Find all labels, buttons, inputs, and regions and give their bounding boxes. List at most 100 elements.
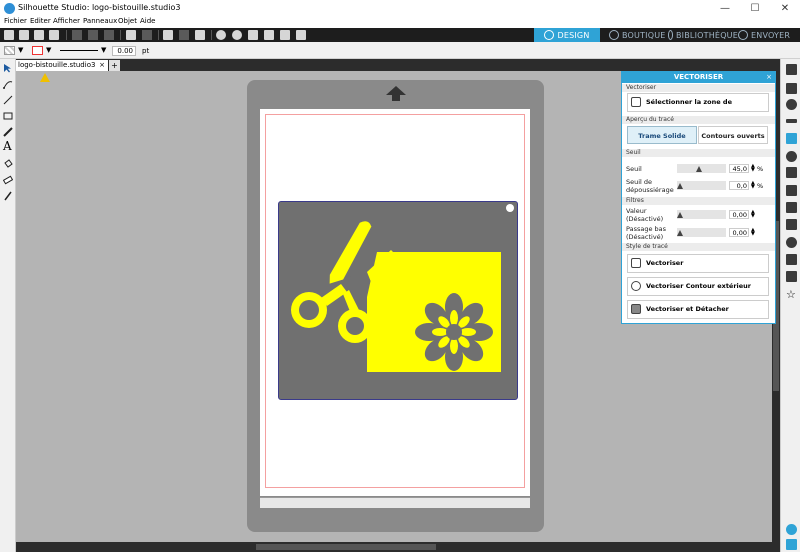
- passe-haut-value[interactable]: 0,00: [729, 210, 749, 219]
- open-folder-icon[interactable]: [19, 30, 29, 40]
- horizontal-scroll-thumb[interactable]: [256, 544, 436, 550]
- line-color-dropdown-icon[interactable]: ▼: [46, 46, 51, 54]
- menu-aide[interactable]: Aide: [140, 17, 155, 25]
- deparasitage-spin-down[interactable]: ▼: [751, 185, 755, 190]
- copy-icon[interactable]: [88, 30, 98, 40]
- tab-design[interactable]: DESIGN: [534, 28, 600, 42]
- toggle-trame-solide[interactable]: Trame Solide: [627, 126, 697, 144]
- deselect-icon[interactable]: [179, 30, 189, 40]
- deparasitage-spinner[interactable]: ▲ ▼: [751, 181, 755, 190]
- passe-bas-slider-knob[interactable]: [677, 230, 683, 236]
- vectoriser-button[interactable]: Vectoriser: [627, 254, 769, 273]
- pencil-tool-icon[interactable]: [3, 127, 13, 137]
- print-icon[interactable]: [49, 30, 59, 40]
- seuil-spin-down[interactable]: ▼: [751, 168, 755, 173]
- add-tab-button[interactable]: +: [109, 60, 120, 71]
- fill-dropdown-icon[interactable]: ▼: [18, 46, 23, 54]
- passe-bas-spin-down[interactable]: ▼: [751, 232, 755, 237]
- weld-panel-icon[interactable]: [786, 271, 797, 282]
- trace-panel-icon[interactable]: [786, 133, 797, 144]
- zoom-out-icon[interactable]: [232, 30, 242, 40]
- seuil-slider[interactable]: [677, 164, 726, 173]
- page-setup-icon[interactable]: [786, 64, 797, 75]
- media-library-icon[interactable]: [786, 83, 797, 94]
- line-style-panel-icon[interactable]: [786, 119, 797, 123]
- deparasitage-slider[interactable]: [677, 181, 726, 190]
- document-tabs: logo-bistouille.studio3 × +: [16, 59, 780, 71]
- replicate-panel-icon[interactable]: [786, 219, 797, 230]
- line-style-dropdown-icon[interactable]: ▼: [101, 46, 106, 54]
- rectangle-tool-icon[interactable]: [3, 111, 13, 121]
- imported-image[interactable]: [278, 201, 518, 400]
- line-style-preview[interactable]: [60, 50, 98, 51]
- select-all-icon[interactable]: [163, 30, 173, 40]
- tab-bibliotheque[interactable]: BIBLIOTHÈQUE: [668, 28, 738, 42]
- minimize-button[interactable]: —: [710, 0, 740, 17]
- cloud-sync-icon[interactable]: [786, 539, 797, 550]
- modify-panel-icon[interactable]: [786, 237, 797, 248]
- deparasitage-value[interactable]: 0,0: [729, 181, 749, 190]
- seuil-slider-knob[interactable]: [696, 166, 703, 172]
- menu-editer[interactable]: Editer: [30, 17, 51, 25]
- fit-page-icon[interactable]: [296, 30, 306, 40]
- seuil-spinner[interactable]: ▲ ▼: [751, 164, 755, 173]
- eraser-icon[interactable]: [3, 175, 13, 185]
- passe-haut-slider[interactable]: [677, 210, 726, 219]
- menu-fichier[interactable]: Fichier: [4, 17, 27, 25]
- document-tab-close[interactable]: ×: [99, 60, 105, 71]
- lock-icon[interactable]: [506, 204, 514, 212]
- paint-bucket-icon[interactable]: [3, 159, 13, 169]
- tab-envoyer-label: ENVOYER: [751, 30, 791, 40]
- new-document-icon[interactable]: [4, 30, 14, 40]
- select-trace-area-button[interactable]: Sélectionner la zone de vectorisation: [627, 93, 769, 123]
- text-style-icon[interactable]: [786, 167, 797, 178]
- cut-icon[interactable]: [72, 30, 82, 40]
- knife-tool-icon[interactable]: [3, 191, 13, 201]
- panel-close-button[interactable]: ×: [766, 72, 772, 83]
- transform-panel-icon[interactable]: [786, 202, 797, 213]
- passe-bas-value[interactable]: 0,00: [729, 228, 749, 237]
- select-arrow-icon[interactable]: [3, 63, 13, 73]
- passe-bas-spinner[interactable]: ▲ ▼: [751, 228, 755, 237]
- zoom-selection-icon[interactable]: [248, 30, 258, 40]
- move-down-icon[interactable]: [264, 30, 274, 40]
- passe-haut-slider-knob[interactable]: [677, 212, 683, 218]
- save-icon[interactable]: [34, 30, 44, 40]
- align-panel-icon[interactable]: [786, 185, 797, 196]
- line-tool-icon[interactable]: [3, 95, 13, 105]
- tab-envoyer[interactable]: ENVOYER: [738, 28, 798, 42]
- passe-bas-slider[interactable]: [677, 228, 726, 237]
- settings-gear-icon[interactable]: [786, 524, 797, 535]
- paste-icon[interactable]: [104, 30, 114, 40]
- menu-objet[interactable]: Objet: [118, 17, 137, 25]
- line-width-input[interactable]: 0.00: [112, 46, 136, 56]
- deparasitage-slider-knob[interactable]: [677, 183, 683, 189]
- redo-icon[interactable]: [142, 30, 152, 40]
- maximize-button[interactable]: ☐: [740, 0, 770, 17]
- toggle-contours-ouverts[interactable]: Contours ouverts: [698, 126, 768, 144]
- pan-hand-icon[interactable]: [280, 30, 290, 40]
- warning-icon[interactable]: [40, 73, 50, 82]
- menu-afficher[interactable]: Afficher: [53, 17, 80, 25]
- passe-haut-spinner[interactable]: ▲ ▼: [751, 210, 755, 219]
- text-tool-icon[interactable]: A: [3, 140, 13, 152]
- document-tab[interactable]: logo-bistouille.studio3 ×: [16, 60, 108, 71]
- passe-haut-spin-down[interactable]: ▼: [751, 214, 755, 219]
- fill-color-panel-icon[interactable]: [786, 99, 797, 110]
- zoom-in-icon[interactable]: [216, 30, 226, 40]
- vectoriser-contour-button[interactable]: Vectoriser Contour extérieur: [627, 277, 769, 296]
- line-color-swatch[interactable]: [32, 46, 43, 55]
- cut-selection-icon[interactable]: [195, 30, 205, 40]
- vectoriser-detacher-button[interactable]: Vectoriser et Détacher: [627, 300, 769, 319]
- offset-panel-icon[interactable]: [786, 151, 797, 162]
- horizontal-scrollbar[interactable]: [16, 542, 772, 552]
- seuil-value[interactable]: 45,0: [729, 164, 749, 173]
- knife-panel-icon[interactable]: [786, 254, 797, 265]
- menu-panneaux[interactable]: Panneaux: [83, 17, 117, 25]
- edit-points-icon[interactable]: [3, 79, 13, 89]
- tab-boutique[interactable]: BOUTIQUE: [609, 28, 669, 42]
- close-window-button[interactable]: ✕: [770, 0, 800, 17]
- fill-color-swatch[interactable]: [4, 46, 15, 55]
- favorites-star-icon[interactable]: ☆: [786, 289, 797, 300]
- undo-icon[interactable]: [126, 30, 136, 40]
